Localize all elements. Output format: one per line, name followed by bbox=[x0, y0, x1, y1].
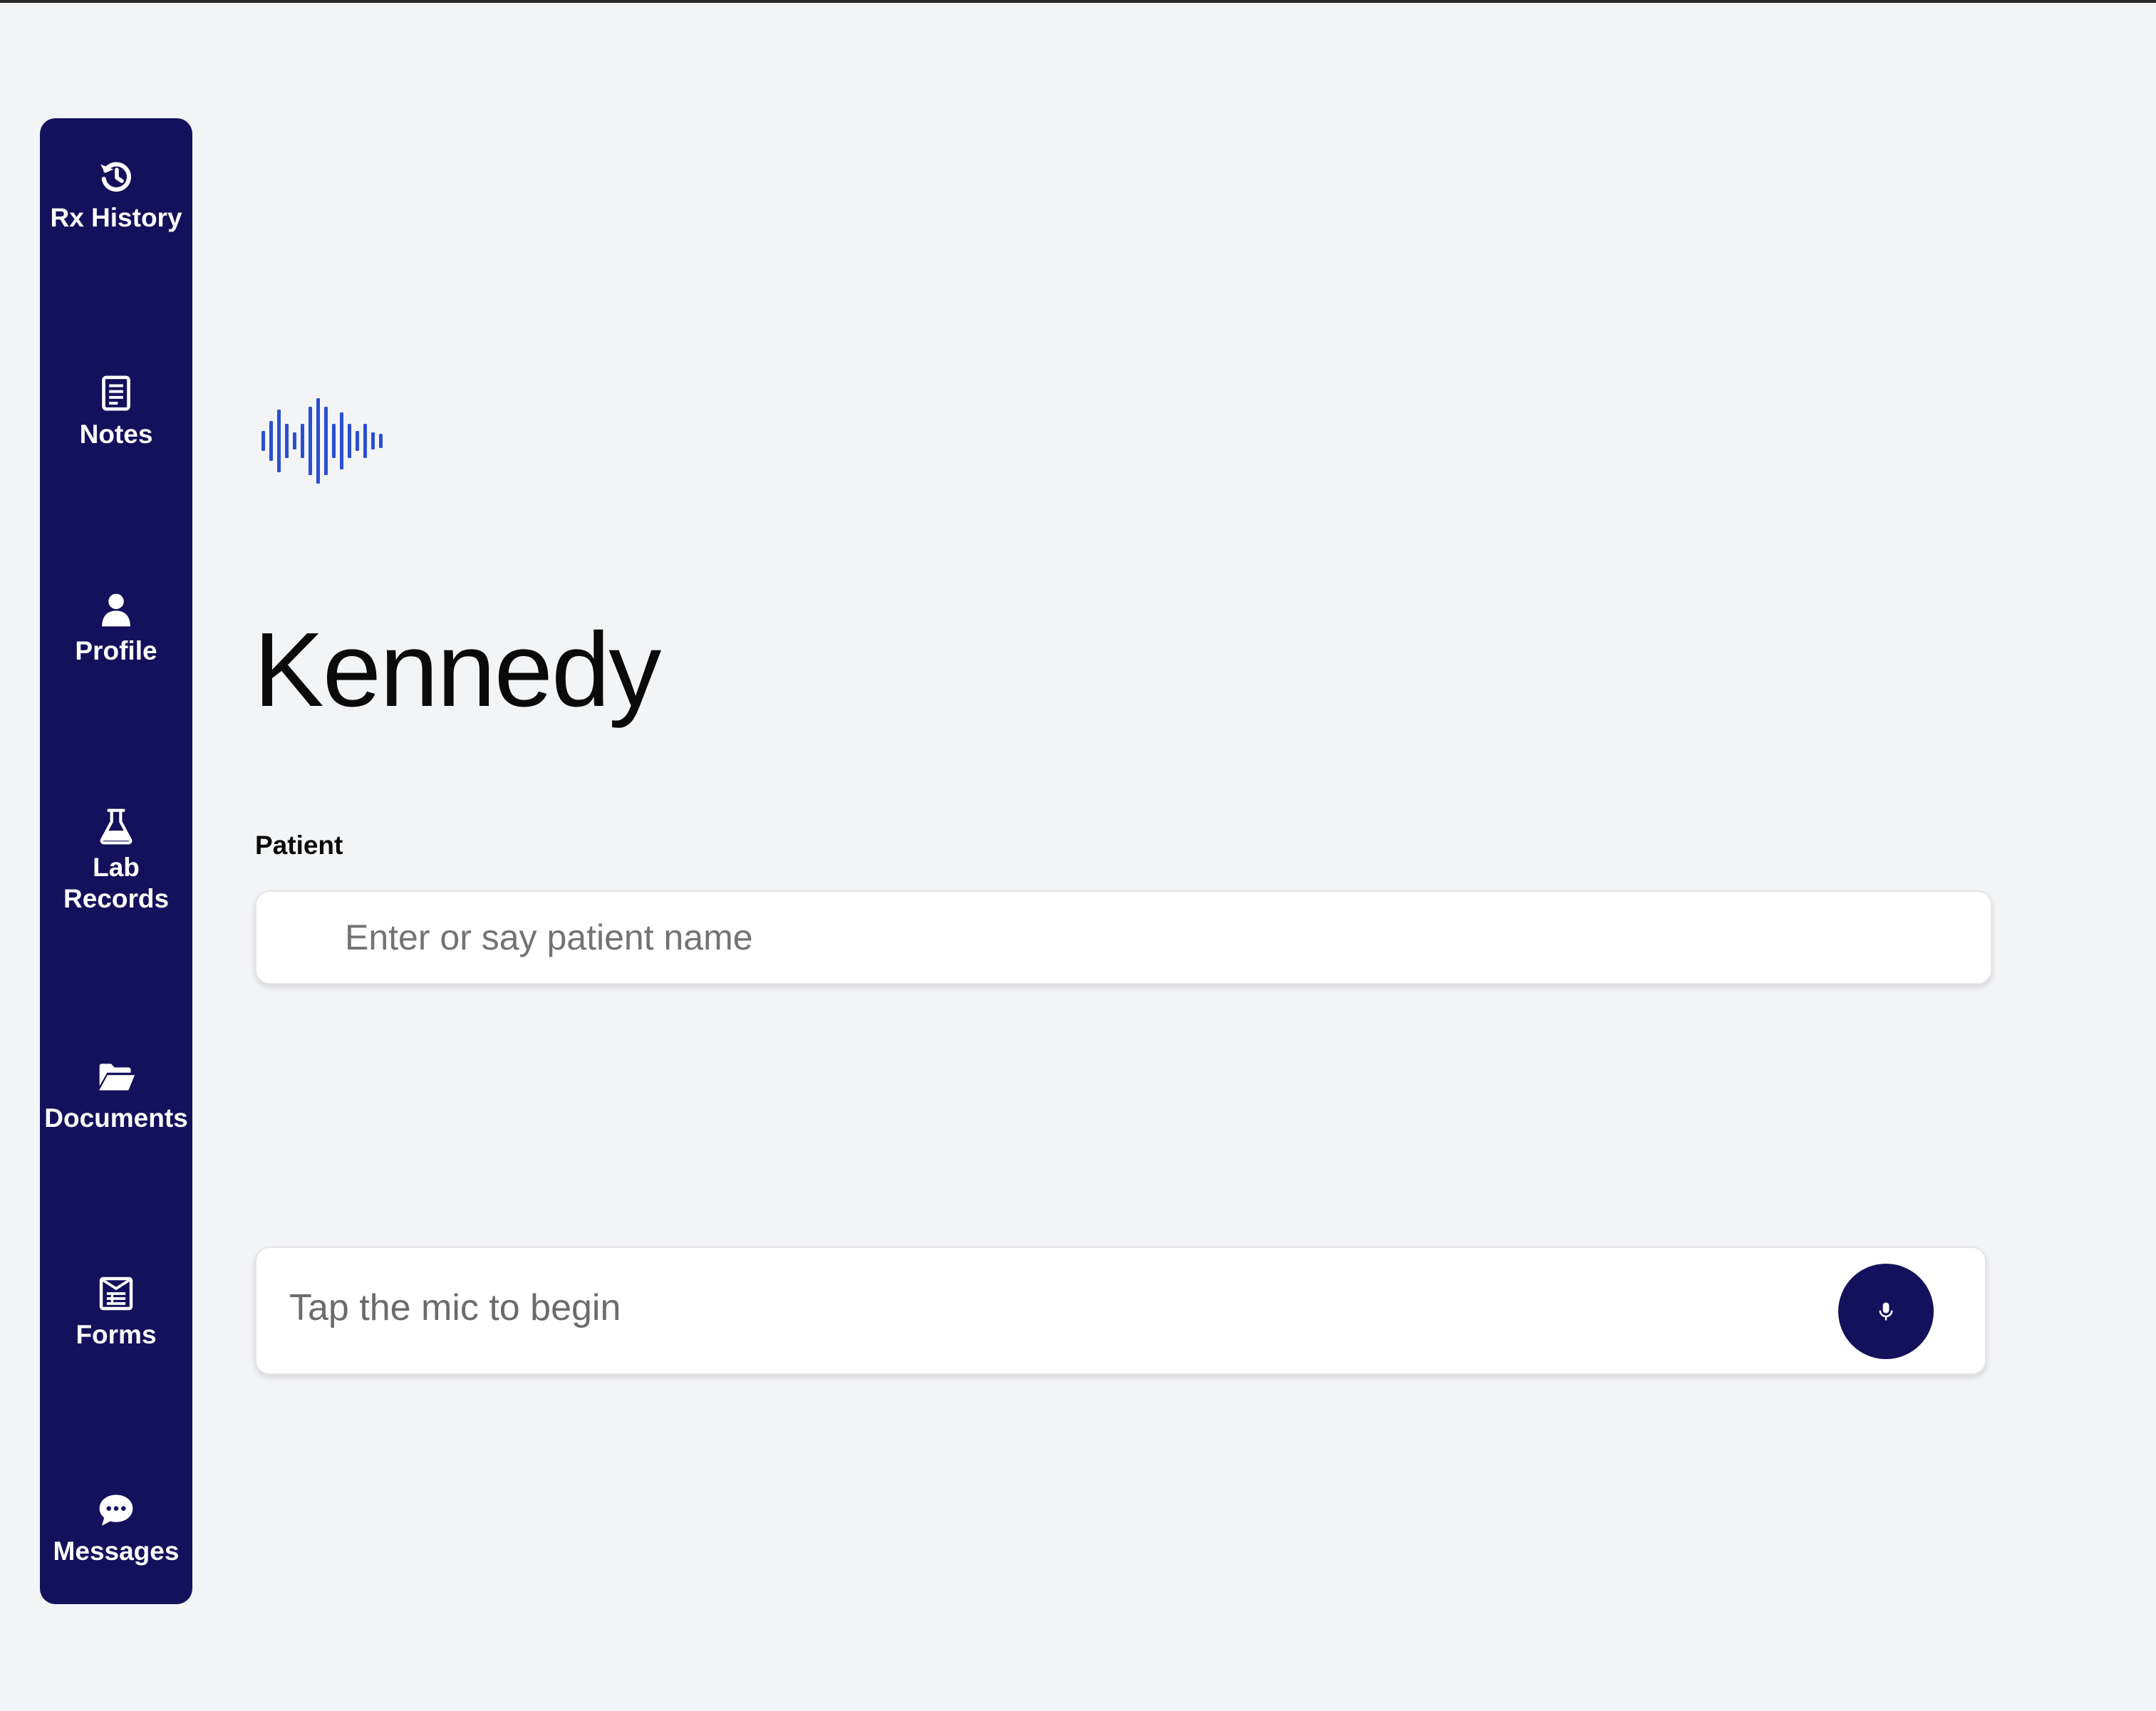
notes-icon bbox=[96, 373, 136, 413]
page-title: Kennedy bbox=[254, 611, 661, 729]
form-icon bbox=[96, 1274, 136, 1314]
dictation-panel: Tap the mic to begin bbox=[255, 1247, 1986, 1375]
sidebar-item-label: Notes bbox=[79, 420, 153, 449]
folder-open-icon bbox=[96, 1057, 136, 1097]
microphone-icon bbox=[1875, 1301, 1897, 1322]
sidebar: Rx History Notes Profile Lab Records Doc… bbox=[40, 118, 192, 1604]
chat-bubble-icon bbox=[96, 1490, 136, 1530]
sidebar-item-profile[interactable]: Profile bbox=[40, 590, 192, 667]
sidebar-item-notes[interactable]: Notes bbox=[40, 373, 192, 450]
dictation-prompt: Tap the mic to begin bbox=[289, 1287, 621, 1328]
sidebar-item-label: Documents bbox=[44, 1103, 188, 1133]
sidebar-item-label: Lab Records bbox=[63, 853, 170, 913]
sidebar-item-label: Messages bbox=[53, 1536, 180, 1566]
sound-wave-icon bbox=[259, 396, 392, 486]
person-icon bbox=[96, 590, 136, 630]
sidebar-item-forms[interactable]: Forms bbox=[40, 1274, 192, 1351]
sidebar-item-rx-history[interactable]: Rx History bbox=[40, 157, 192, 234]
sidebar-item-label: Forms bbox=[76, 1320, 157, 1349]
sidebar-item-label: Rx History bbox=[50, 203, 182, 232]
patient-label: Patient bbox=[255, 831, 343, 860]
sidebar-item-documents[interactable]: Documents bbox=[40, 1057, 192, 1134]
sidebar-item-messages[interactable]: Messages bbox=[40, 1490, 192, 1567]
sidebar-item-lab-records[interactable]: Lab Records bbox=[40, 806, 192, 915]
sidebar-item-label: Profile bbox=[75, 636, 157, 665]
window-top-border bbox=[0, 0, 2156, 3]
flask-icon bbox=[96, 806, 136, 846]
history-icon bbox=[96, 157, 136, 197]
patient-name-input[interactable] bbox=[255, 890, 1992, 984]
mic-button[interactable] bbox=[1838, 1264, 1934, 1359]
